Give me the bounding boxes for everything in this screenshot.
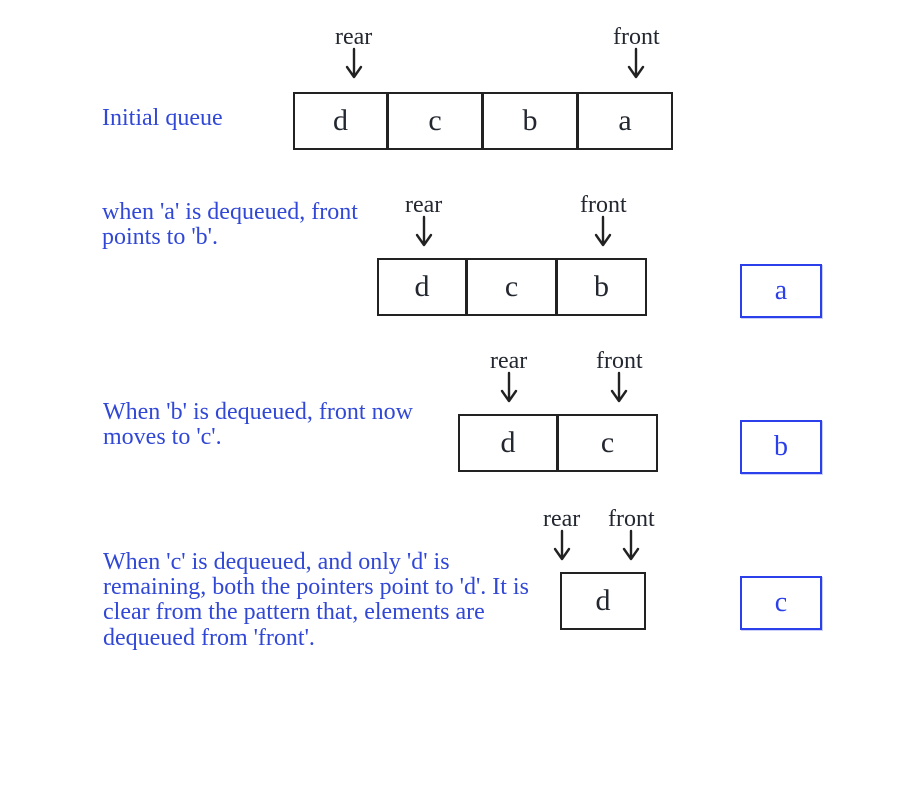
queue-row: d c [458, 414, 658, 472]
arrow-down-icon [412, 215, 436, 249]
queue-cell: d [377, 258, 467, 316]
step-caption: When 'b' is dequeued, front now moves to… [103, 400, 423, 450]
front-label: front [596, 348, 643, 375]
rear-pointer: rear [405, 192, 442, 249]
rear-label: rear [490, 348, 527, 375]
front-label: front [613, 24, 660, 51]
front-pointer: front [580, 192, 627, 249]
rear-label: rear [405, 192, 442, 219]
rear-pointer: rear [335, 24, 372, 81]
arrow-down-icon [607, 371, 631, 405]
queue-cell: a [578, 92, 673, 150]
rear-pointer: rear [543, 506, 580, 563]
queue-cell: c [467, 258, 557, 316]
queue-row: d c b [377, 258, 647, 316]
front-pointer: front [596, 348, 643, 405]
step-caption: When 'c' is dequeued, and only 'd' is re… [103, 550, 533, 651]
queue-cell: b [557, 258, 647, 316]
arrow-down-icon [619, 529, 643, 563]
dequeued-box: a [740, 264, 822, 318]
step-caption: Initial queue [102, 106, 223, 131]
queue-cell: c [388, 92, 483, 150]
rear-pointer: rear [490, 348, 527, 405]
front-label: front [580, 192, 627, 219]
queue-row: d [560, 572, 646, 630]
rear-label: rear [543, 506, 580, 533]
queue-cell: b [483, 92, 578, 150]
front-label: front [608, 506, 655, 533]
queue-cell: d [293, 92, 388, 150]
dequeued-box: b [740, 420, 822, 474]
queue-cell: d [560, 572, 646, 630]
queue-cell: c [558, 414, 658, 472]
rear-label: rear [335, 24, 372, 51]
front-pointer: front [613, 24, 660, 81]
arrow-down-icon [624, 47, 648, 81]
front-pointer: front [608, 506, 655, 563]
arrow-down-icon [497, 371, 521, 405]
queue-cell: d [458, 414, 558, 472]
arrow-down-icon [591, 215, 615, 249]
arrow-down-icon [342, 47, 366, 81]
step-caption: when 'a' is dequeued, front points to 'b… [102, 200, 362, 250]
queue-row: d c b a [293, 92, 673, 150]
dequeued-box: c [740, 576, 822, 630]
arrow-down-icon [550, 529, 574, 563]
